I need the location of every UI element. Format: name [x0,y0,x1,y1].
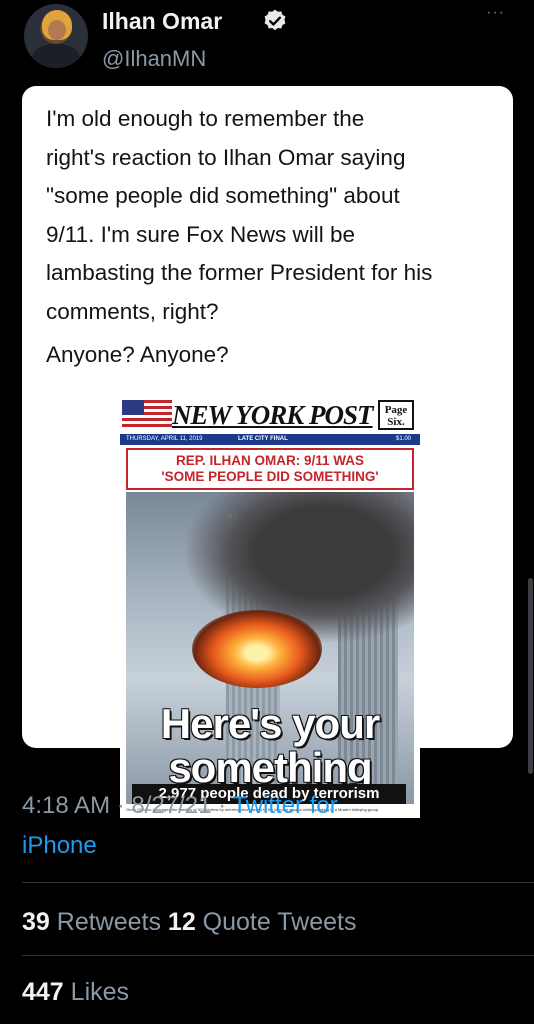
tweet-header: Ilhan Omar @IlhanMN ··· [0,0,534,80]
likes-stat[interactable]: 447 Likes [22,978,129,1007]
quoted-text: I'm old enough to remember the right's r… [46,100,494,331]
verified-badge-icon [264,9,286,31]
banner-line: REP. ILHAN OMAR: 9/11 WAS [175,453,365,468]
divider [22,955,534,956]
quoted-text-line: right's reaction to Ilhan Omar saying [46,144,406,170]
quoted-text-line: "some people did something" about [46,183,400,208]
quoted-text-line: 9/11. I'm sure Fox News will be [46,221,355,247]
quoted-text-line: lambasting the former President for his [46,260,433,285]
likes-label[interactable]: Likes [64,978,129,1006]
divider [22,882,534,883]
quoted-text-line: comments, right? [46,298,219,324]
flag-canton [122,400,144,415]
tweet-source-link-cont[interactable]: iPhone [22,832,97,859]
tweet-metadata: 4:18 AM · 8/27/21 · Twitter for iPhone [22,786,492,866]
avatar-face-shape [48,20,66,40]
retweets-label[interactable]: Retweets [50,908,168,936]
more-options-icon[interactable]: ··· [486,4,505,22]
quoted-image-card[interactable]: I'm old enough to remember the right's r… [22,86,513,818]
tweet-source-link[interactable]: Twitter for [232,792,337,819]
dateline-date: THURSDAY, APRIL 11, 2019 [126,436,203,442]
author-name[interactable]: Ilhan Omar [102,8,222,35]
quotes-count[interactable]: 12 [168,908,196,936]
newspaper-photo: Here's your something 2,977 people dead … [126,492,414,804]
newspaper-masthead: NEW YORK POST [172,400,374,430]
author-handle[interactable]: @IlhanMN [102,46,206,72]
dateline-edition: LATE CITY FINAL [238,436,288,442]
quoted-text-closing: Anyone? Anyone? [46,342,229,367]
avatar[interactable] [24,4,88,68]
likes-count[interactable]: 447 [22,978,64,1006]
newspaper-banner: REP. ILHAN OMAR: 9/11 WAS 'SOME PEOPLE D… [126,448,414,490]
tweet-timestamp[interactable]: 4:18 AM · 8/27/21 · [22,792,232,819]
scrollbar[interactable] [528,578,533,774]
banner-line: 'SOME PEOPLE DID SOMETHING' [161,469,379,484]
newspaper-headline: Here's your something [126,702,414,790]
headline-line: Here's your [160,700,380,747]
engagement-stats: 39 Retweets 12 Quote Tweets [22,908,356,937]
quotes-label[interactable]: Quote Tweets [196,908,357,936]
newspaper-cover-image[interactable]: NEW YORK POST Page Six. THURSDAY, APRIL … [120,396,420,818]
dateline-price: $1.00 [396,436,412,442]
fireball-shape [192,610,322,688]
quoted-text-line: I'm old enough to remember the [46,106,365,131]
page-six-logo: Page Six. [378,400,414,430]
american-flag-icon [122,400,172,430]
avatar-body-shape [32,44,80,68]
newspaper-dateline: THURSDAY, APRIL 11, 2019 LATE CITY FINAL… [120,434,420,445]
retweets-count[interactable]: 39 [22,908,50,936]
